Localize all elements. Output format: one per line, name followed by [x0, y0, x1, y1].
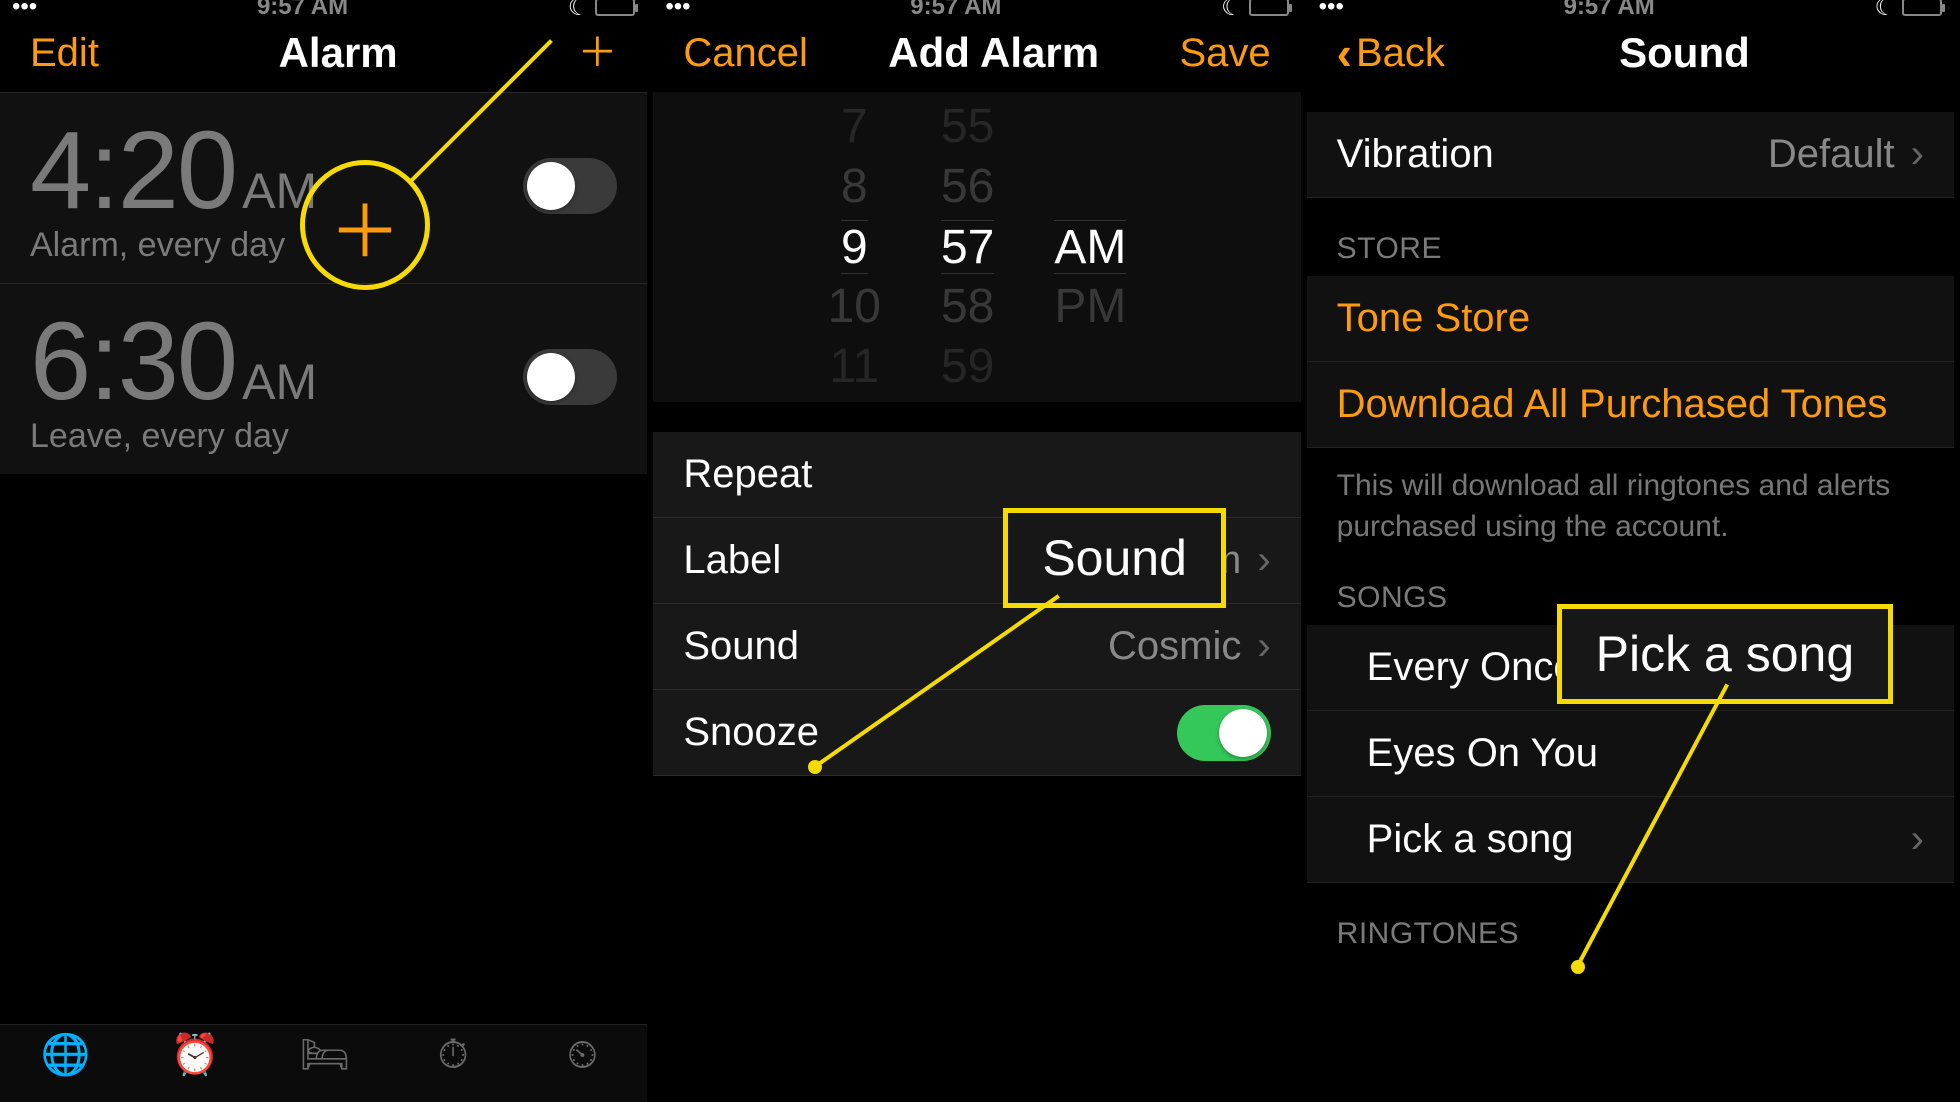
chevron-right-icon: ›	[1257, 624, 1270, 669]
status-bar: ••• 9:57 AM ☾	[1307, 0, 1954, 14]
alarm-row[interactable]: 4:20 AM Alarm, every day	[0, 92, 647, 283]
snooze-row: Snooze	[653, 690, 1300, 776]
edit-button[interactable]: Edit	[30, 31, 99, 76]
tone-store-row[interactable]: Tone Store	[1307, 276, 1954, 362]
chevron-left-icon: ‹	[1337, 26, 1352, 80]
stopwatch-icon: ⏱	[429, 1035, 477, 1075]
save-button[interactable]: Save	[1179, 31, 1270, 76]
alarm-settings: Repeat Label Alarm› Sound Cosmic› Snooze	[653, 432, 1300, 776]
nav-title: Sound	[1619, 29, 1750, 77]
time-picker[interactable]: 6 7 8 9 10 11 12 54 55 56 57 58 59 00 AM…	[653, 92, 1300, 402]
snooze-toggle[interactable]	[1177, 705, 1271, 761]
back-button[interactable]: ‹ Back	[1337, 26, 1445, 80]
snooze-label: Snooze	[683, 710, 819, 755]
cancel-button[interactable]: Cancel	[683, 31, 808, 76]
sound-row[interactable]: Sound Cosmic›	[653, 604, 1300, 690]
nav-bar: ‹ Back Sound	[1307, 14, 1954, 92]
status-bar: ••• 9:57 AM ☾	[653, 0, 1300, 14]
pick-song-row[interactable]: Pick a song ›	[1307, 797, 1954, 883]
alarm-icon: ⏰	[170, 1035, 218, 1075]
sound-label: Sound	[683, 624, 799, 669]
alarm-time: 6:30	[30, 298, 236, 425]
vibration-row[interactable]: Vibration Default ›	[1307, 112, 1954, 198]
repeat-label: Repeat	[683, 452, 812, 497]
tab-bar: 🌐 ⏰ 🛏 ⏱ ⏲	[0, 1024, 647, 1102]
alarm-row[interactable]: 6:30 AM Leave, every day	[0, 283, 647, 474]
annotation-dot	[1571, 960, 1585, 974]
alarm-toggle[interactable]	[523, 158, 617, 214]
hour-column[interactable]: 6 7 8 9 10 11 12	[828, 92, 881, 402]
bed-icon: 🛏	[300, 1035, 348, 1075]
nav-bar: Edit Alarm ＋	[0, 14, 647, 92]
tab-alarm[interactable]: ⏰	[170, 1035, 218, 1075]
vibration-label: Vibration	[1337, 132, 1494, 177]
screen-sound: ••• 9:57 AM ☾ ‹ Back Sound Vibration Def…	[1307, 0, 1960, 1102]
nav-title: Add Alarm	[888, 29, 1099, 77]
song-row[interactable]: Every Once In A While	[1307, 625, 1954, 711]
battery-icon	[1249, 0, 1289, 16]
label-label: Label	[683, 538, 781, 583]
tab-bedtime[interactable]: 🛏	[300, 1035, 348, 1075]
timer-icon: ⏲	[559, 1035, 607, 1075]
repeat-row[interactable]: Repeat	[653, 432, 1300, 518]
nav-title: Alarm	[279, 29, 398, 77]
alarm-toggle[interactable]	[523, 349, 617, 405]
globe-icon: 🌐	[41, 1035, 89, 1075]
tab-timer[interactable]: ⏲	[559, 1035, 607, 1075]
store-header: STORE	[1307, 198, 1954, 276]
ampm-column[interactable]: AM PM	[1054, 92, 1126, 402]
minute-column[interactable]: 54 55 56 57 58 59 00	[941, 92, 994, 402]
screen-alarm-list: ••• 9:57 AM ☾ Edit Alarm ＋ 4:20 AM Alarm…	[0, 0, 653, 1102]
songs-header: SONGS	[1307, 547, 1954, 625]
store-footnote: This will download all ringtones and ale…	[1307, 448, 1954, 547]
download-tones-row[interactable]: Download All Purchased Tones	[1307, 362, 1954, 448]
add-alarm-button[interactable]: ＋	[577, 33, 617, 73]
ringtones-header: RINGTONES	[1307, 883, 1954, 961]
screen-add-alarm: ••• 9:57 AM ☾ Cancel Add Alarm Save 6 7 …	[653, 0, 1306, 1102]
song-row[interactable]: Eyes On You	[1307, 711, 1954, 797]
alarm-label: Alarm, every day	[30, 226, 317, 265]
label-row[interactable]: Label Alarm›	[653, 518, 1300, 604]
tab-world-clock[interactable]: 🌐	[41, 1035, 89, 1075]
nav-bar: Cancel Add Alarm Save	[653, 14, 1300, 92]
chevron-right-icon: ›	[1257, 538, 1270, 583]
alarm-label: Leave, every day	[30, 417, 317, 456]
alarm-time: 4:20	[30, 107, 236, 234]
alarm-ampm: AM	[242, 353, 317, 411]
tab-stopwatch[interactable]: ⏱	[429, 1035, 477, 1075]
battery-icon	[595, 0, 635, 16]
status-bar: ••• 9:57 AM ☾	[0, 0, 647, 14]
alarm-ampm: AM	[242, 162, 317, 220]
battery-icon	[1902, 0, 1942, 16]
chevron-right-icon: ›	[1911, 132, 1924, 177]
chevron-right-icon: ›	[1911, 817, 1924, 862]
